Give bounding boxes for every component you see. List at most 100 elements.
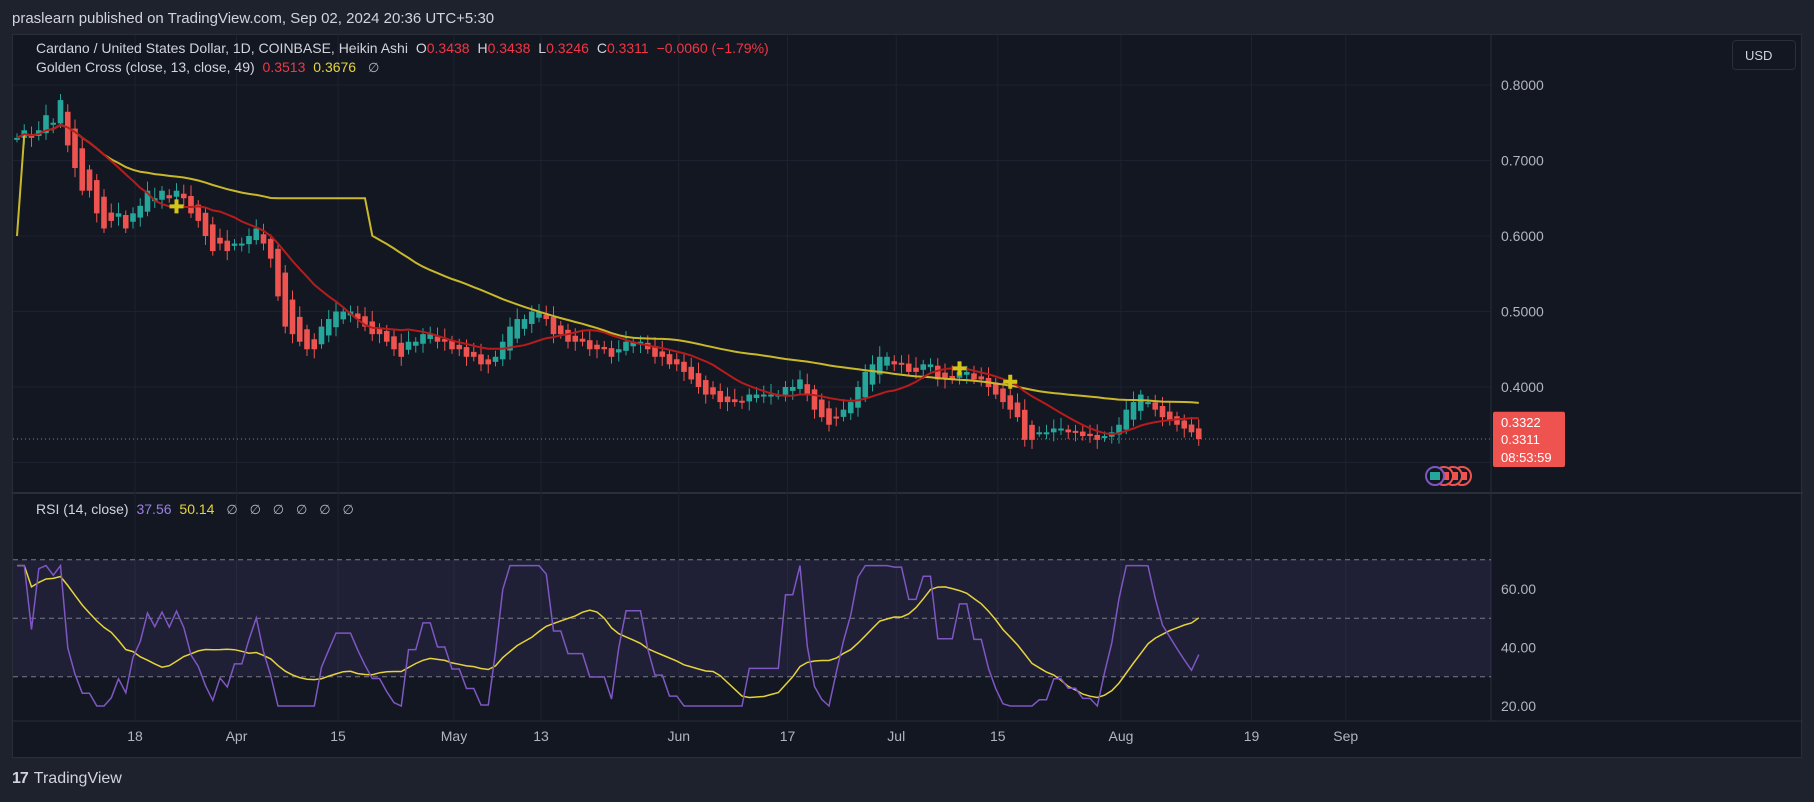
y-tick-label: 0.5000 (1501, 304, 1544, 320)
candle-body (760, 394, 767, 397)
candle-body (847, 402, 854, 414)
candle-body (122, 215, 129, 229)
candle-body (470, 351, 477, 357)
candle-body (238, 243, 245, 246)
rsi-ma-value: 50.14 (179, 501, 215, 517)
candle-body (746, 394, 753, 402)
candle-body (1029, 424, 1035, 440)
candle-body (101, 196, 107, 229)
candle-body (804, 384, 811, 395)
candle-body (920, 364, 927, 370)
candle-body (340, 311, 347, 320)
rsi-value: 37.56 (136, 501, 172, 517)
x-tick-label: Aug (1109, 728, 1134, 744)
candle-body (1000, 388, 1006, 403)
currency-button[interactable]: USD (1732, 40, 1796, 70)
candle-body (971, 373, 977, 380)
candle-body (14, 137, 20, 140)
candle-body (891, 361, 898, 365)
candle-body (246, 236, 252, 245)
candle-body (79, 148, 86, 191)
y-tick-label: 0.6000 (1501, 228, 1544, 244)
close-label: C (596, 40, 607, 56)
candle-body (710, 387, 716, 395)
candle-body (137, 205, 144, 218)
candle-body (166, 195, 173, 199)
y-tick-label: 0.7000 (1501, 153, 1544, 169)
candle-body (905, 363, 912, 372)
candle-body (159, 190, 165, 200)
candle-body (398, 342, 405, 357)
candle-body (862, 371, 869, 398)
candle-body (913, 367, 919, 372)
candle-body (811, 389, 818, 410)
candle-body (130, 213, 136, 222)
candle-body (565, 329, 571, 342)
candle-body (405, 341, 412, 350)
chart-canvas[interactable]: 18 Apr 15 May 13 Jun 17 Jul 15 Aug 19 Sep 0.8000 0.70… (13, 35, 1803, 759)
candle-body (318, 326, 325, 345)
candle-body (57, 100, 64, 124)
candle-body (514, 319, 521, 339)
candle-body (608, 348, 615, 357)
price-legend: Cardano / United States Dollar, 1D, COIN… (36, 40, 773, 56)
candle-body (217, 237, 223, 244)
x-tick-label: 15 (330, 728, 346, 744)
candle-body (209, 224, 216, 252)
indicator-name[interactable]: Golden Cross (close, 13, close, 49) (36, 59, 255, 75)
candle-body (1130, 402, 1137, 420)
candle-body (1101, 436, 1108, 439)
candle-body (1058, 428, 1064, 431)
rsi-name[interactable]: RSI (14, close) (36, 501, 129, 517)
high-value: 0.3438 (487, 40, 531, 56)
candle-body (818, 399, 825, 418)
candle-body (456, 344, 463, 350)
empty-value-icon: ∅ (342, 502, 354, 517)
candle-body (840, 409, 847, 417)
candle-body (115, 213, 122, 217)
indicator-legend: Golden Cross (close, 13, close, 49) 0.35… (36, 59, 383, 76)
publisher-caption: praslearn published on TradingView.com, … (12, 10, 495, 27)
candle-body (753, 394, 760, 398)
candle-body (108, 212, 115, 221)
candle-body (180, 193, 187, 199)
x-tick-label: 18 (127, 728, 143, 744)
candle-body (673, 359, 680, 365)
candle-body (383, 330, 390, 342)
candle-body (260, 234, 267, 244)
candle-body (282, 272, 289, 327)
candle-body (978, 376, 985, 380)
chart-frame[interactable]: 18 Apr 15 May 13 Jun 17 Jul 15 Aug 19 Sep 0.8000 0.70… (12, 34, 1803, 759)
symbol-title[interactable]: Cardano / United States Dollar, 1D, COIN… (36, 40, 408, 56)
candle-body (1043, 432, 1050, 435)
candle-body (1123, 409, 1130, 430)
y-tick-label: 0.4000 (1501, 379, 1544, 395)
candle-body (173, 190, 180, 197)
candle-body (1159, 406, 1166, 418)
candle-body (93, 180, 100, 214)
candle-body (1014, 402, 1021, 418)
candle-body (311, 339, 318, 350)
x-tick-label: Apr (226, 728, 248, 744)
empty-value-icon: ∅ (249, 502, 261, 517)
x-tick-label: 15 (990, 728, 1006, 744)
candle-body (717, 390, 724, 403)
x-tick-label: Jul (887, 728, 905, 744)
candle-body (1007, 395, 1014, 410)
x-tick-label: Jun (667, 728, 690, 744)
candle-body (739, 400, 745, 403)
tradingview-brand[interactable]: 17 TradingView (12, 770, 122, 788)
candle-body (86, 169, 93, 191)
candle-body (499, 341, 506, 360)
candle-body (1181, 420, 1188, 429)
tradingview-logo-icon: 17 (12, 770, 29, 787)
candle-body (782, 387, 789, 395)
candle-body (224, 240, 231, 252)
candle-body (724, 396, 731, 403)
candle-body (478, 354, 484, 365)
low-label: L (538, 40, 547, 56)
brand-name: TradingView (33, 770, 122, 787)
candle-body (275, 248, 281, 297)
candle-body (594, 344, 600, 350)
open-value: 0.3438 (426, 40, 470, 56)
